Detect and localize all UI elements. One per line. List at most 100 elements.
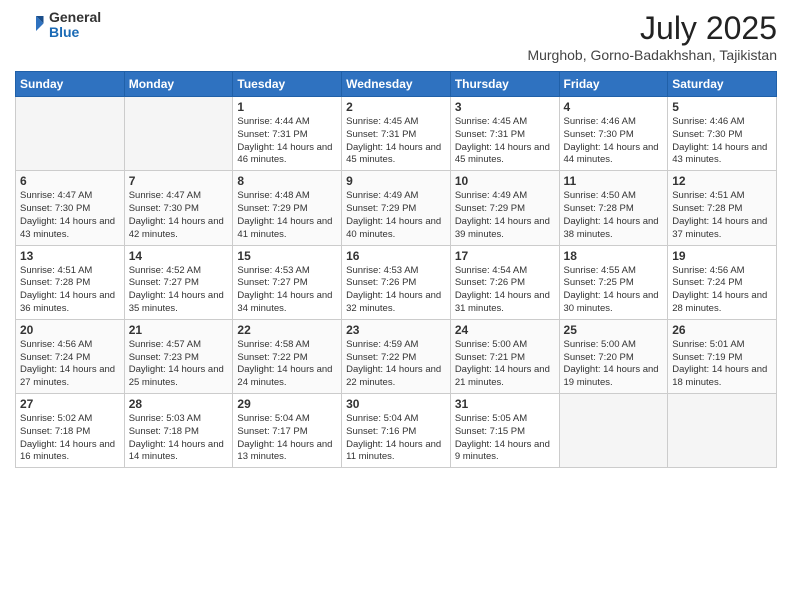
day-number: 16 (346, 249, 446, 263)
calendar-day-cell: 15 Sunrise: 4:53 AMSunset: 7:27 PMDayligh… (233, 245, 342, 319)
day-number: 29 (237, 397, 337, 411)
day-number: 31 (455, 397, 555, 411)
day-detail: Sunrise: 4:46 AMSunset: 7:30 PMDaylight:… (672, 116, 772, 167)
day-detail: Sunrise: 4:47 AMSunset: 7:30 PMDaylight:… (129, 190, 229, 241)
day-detail: Sunrise: 4:57 AMSunset: 7:23 PMDaylight:… (129, 339, 229, 390)
calendar-day-cell: 6Sunrise: 4:47 AMSunset: 7:30 PMDaylight… (16, 171, 125, 245)
logo-general: General (49, 10, 101, 25)
logo-icon (15, 10, 45, 40)
calendar-day-cell: 31 Sunrise: 5:05 AMSunset: 7:15 PMDayligh… (450, 394, 559, 468)
calendar-table: SundayMondayTuesdayWednesdayThursdayFrid… (15, 71, 777, 468)
calendar-day-header: Thursday (450, 72, 559, 97)
calendar-week-row: 1 Sunrise: 4:44 AMSunset: 7:31 PMDaylight… (16, 97, 777, 171)
day-number: 23 (346, 323, 446, 337)
day-number: 2 (346, 100, 446, 114)
calendar-day-header: Wednesday (342, 72, 451, 97)
day-detail: Sunrise: 4:44 AMSunset: 7:31 PMDaylight:… (237, 116, 337, 167)
day-detail: Sunrise: 5:05 AMSunset: 7:15 PMDaylight:… (455, 413, 555, 464)
calendar-day-header: Monday (124, 72, 233, 97)
day-detail: Sunrise: 5:02 AMSunset: 7:18 PMDaylight:… (20, 413, 120, 464)
day-detail: Sunrise: 4:48 AMSunset: 7:29 PMDaylight:… (237, 190, 337, 241)
calendar-day-cell: 19 Sunrise: 4:56 AMSunset: 7:24 PMDayligh… (668, 245, 777, 319)
day-number: 15 (237, 249, 337, 263)
calendar-day-cell: 22Sunrise: 4:58 AMSunset: 7:22 PMDayligh… (233, 319, 342, 393)
day-detail: Sunrise: 5:00 AMSunset: 7:20 PMDaylight:… (564, 339, 664, 390)
calendar-week-row: 27 Sunrise: 5:02 AMSunset: 7:18 PMDayligh… (16, 394, 777, 468)
day-number: 26 (672, 323, 772, 337)
calendar-day-cell (124, 97, 233, 171)
calendar-day-cell: 7 Sunrise: 4:47 AMSunset: 7:30 PMDaylight… (124, 171, 233, 245)
day-number: 11 (564, 174, 664, 188)
calendar-day-cell: 24 Sunrise: 5:00 AMSunset: 7:21 PMDayligh… (450, 319, 559, 393)
day-number: 18 (564, 249, 664, 263)
day-detail: Sunrise: 4:53 AMSunset: 7:27 PMDaylight:… (237, 265, 337, 316)
day-detail: Sunrise: 5:04 AMSunset: 7:17 PMDaylight:… (237, 413, 337, 464)
calendar-day-cell (16, 97, 125, 171)
day-detail: Sunrise: 4:49 AMSunset: 7:29 PMDaylight:… (346, 190, 446, 241)
calendar-week-row: 13Sunrise: 4:51 AMSunset: 7:28 PMDayligh… (16, 245, 777, 319)
day-number: 1 (237, 100, 337, 114)
calendar-day-cell: 1 Sunrise: 4:44 AMSunset: 7:31 PMDaylight… (233, 97, 342, 171)
calendar-day-cell: 13Sunrise: 4:51 AMSunset: 7:28 PMDayligh… (16, 245, 125, 319)
day-detail: Sunrise: 4:51 AMSunset: 7:28 PMDaylight:… (672, 190, 772, 241)
calendar-day-cell: 10 Sunrise: 4:49 AMSunset: 7:29 PMDayligh… (450, 171, 559, 245)
day-number: 24 (455, 323, 555, 337)
calendar-day-cell: 25 Sunrise: 5:00 AMSunset: 7:20 PMDayligh… (559, 319, 668, 393)
day-detail: Sunrise: 5:00 AMSunset: 7:21 PMDaylight:… (455, 339, 555, 390)
logo-blue: Blue (49, 25, 101, 40)
day-number: 9 (346, 174, 446, 188)
day-number: 17 (455, 249, 555, 263)
calendar-day-cell: 14 Sunrise: 4:52 AMSunset: 7:27 PMDayligh… (124, 245, 233, 319)
day-detail: Sunrise: 5:04 AMSunset: 7:16 PMDaylight:… (346, 413, 446, 464)
day-number: 10 (455, 174, 555, 188)
calendar-day-cell: 9 Sunrise: 4:49 AMSunset: 7:29 PMDaylight… (342, 171, 451, 245)
day-number: 4 (564, 100, 664, 114)
day-number: 30 (346, 397, 446, 411)
day-detail: Sunrise: 4:55 AMSunset: 7:25 PMDaylight:… (564, 265, 664, 316)
day-number: 25 (564, 323, 664, 337)
calendar-day-cell: 23 Sunrise: 4:59 AMSunset: 7:22 PMDayligh… (342, 319, 451, 393)
calendar-day-cell: 18 Sunrise: 4:55 AMSunset: 7:25 PMDayligh… (559, 245, 668, 319)
calendar-day-cell: 8 Sunrise: 4:48 AMSunset: 7:29 PMDaylight… (233, 171, 342, 245)
day-detail: Sunrise: 4:51 AMSunset: 7:28 PMDaylight:… (20, 265, 120, 316)
day-number: 8 (237, 174, 337, 188)
day-detail: Sunrise: 4:56 AMSunset: 7:24 PMDaylight:… (672, 265, 772, 316)
day-number: 3 (455, 100, 555, 114)
day-detail: Sunrise: 4:56 AMSunset: 7:24 PMDaylight:… (20, 339, 120, 390)
day-detail: Sunrise: 4:49 AMSunset: 7:29 PMDaylight:… (455, 190, 555, 241)
calendar-day-cell: 12 Sunrise: 4:51 AMSunset: 7:28 PMDayligh… (668, 171, 777, 245)
day-number: 14 (129, 249, 229, 263)
calendar-day-cell: 5Sunrise: 4:46 AMSunset: 7:30 PMDaylight… (668, 97, 777, 171)
calendar-day-cell: 30 Sunrise: 5:04 AMSunset: 7:16 PMDayligh… (342, 394, 451, 468)
logo: General Blue (15, 10, 101, 41)
day-number: 19 (672, 249, 772, 263)
title-block: July 2025 Murghob, Gorno-Badakhshan, Taj… (527, 10, 777, 63)
day-detail: Sunrise: 4:45 AMSunset: 7:31 PMDaylight:… (346, 116, 446, 167)
calendar-day-header: Saturday (668, 72, 777, 97)
calendar-day-cell: 27 Sunrise: 5:02 AMSunset: 7:18 PMDayligh… (16, 394, 125, 468)
calendar-day-cell: 26 Sunrise: 5:01 AMSunset: 7:19 PMDayligh… (668, 319, 777, 393)
day-detail: Sunrise: 4:52 AMSunset: 7:27 PMDaylight:… (129, 265, 229, 316)
day-number: 7 (129, 174, 229, 188)
month-year: July 2025 (527, 10, 777, 47)
day-detail: Sunrise: 4:59 AMSunset: 7:22 PMDaylight:… (346, 339, 446, 390)
day-detail: Sunrise: 5:03 AMSunset: 7:18 PMDaylight:… (129, 413, 229, 464)
day-number: 12 (672, 174, 772, 188)
calendar-day-header: Friday (559, 72, 668, 97)
calendar-day-cell: 2 Sunrise: 4:45 AMSunset: 7:31 PMDaylight… (342, 97, 451, 171)
calendar-day-cell: 16Sunrise: 4:53 AMSunset: 7:26 PMDayligh… (342, 245, 451, 319)
calendar-day-cell: 17Sunrise: 4:54 AMSunset: 7:26 PMDayligh… (450, 245, 559, 319)
location: Murghob, Gorno-Badakhshan, Tajikistan (527, 47, 777, 63)
day-detail: Sunrise: 5:01 AMSunset: 7:19 PMDaylight:… (672, 339, 772, 390)
day-number: 20 (20, 323, 120, 337)
day-number: 28 (129, 397, 229, 411)
day-detail: Sunrise: 4:50 AMSunset: 7:28 PMDaylight:… (564, 190, 664, 241)
day-number: 22 (237, 323, 337, 337)
calendar-day-header: Tuesday (233, 72, 342, 97)
calendar-day-cell: 3Sunrise: 4:45 AMSunset: 7:31 PMDaylight… (450, 97, 559, 171)
day-number: 6 (20, 174, 120, 188)
calendar-day-cell: 21Sunrise: 4:57 AMSunset: 7:23 PMDayligh… (124, 319, 233, 393)
logo-text: General Blue (49, 10, 101, 41)
day-number: 27 (20, 397, 120, 411)
calendar-day-cell: 29 Sunrise: 5:04 AMSunset: 7:17 PMDayligh… (233, 394, 342, 468)
